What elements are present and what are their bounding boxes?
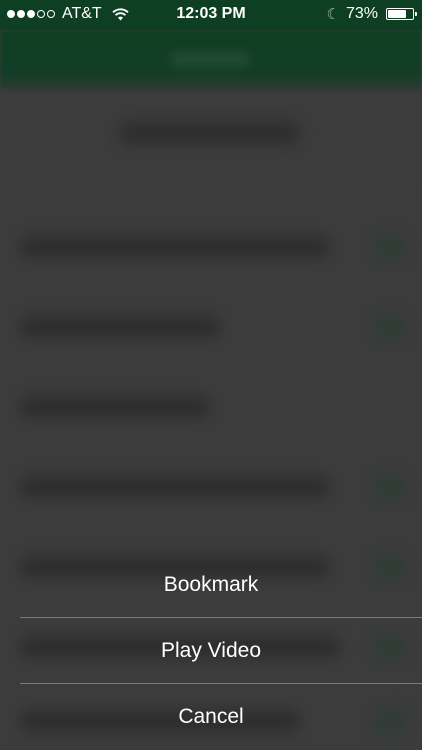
blurred-list-item (0, 208, 422, 288)
blurred-divider (0, 190, 422, 192)
blurred-list-item (0, 368, 422, 448)
blurred-text (120, 122, 300, 144)
battery-icon (386, 8, 417, 20)
blurred-list-item (0, 448, 422, 528)
moon-icon: ☾ (326, 6, 340, 23)
blurred-text (20, 316, 220, 338)
blurred-list-item (0, 288, 422, 368)
blurred-nav-title (170, 52, 250, 66)
blurred-header-row (0, 100, 422, 180)
status-bar: AT&T 12:03 PM ☾ 73% (0, 0, 422, 30)
battery-percent: 73% (345, 5, 378, 22)
blurred-text (20, 476, 330, 498)
action-sheet: Bookmark Play Video Cancel (0, 552, 422, 750)
play-video-button[interactable]: Play Video (0, 618, 422, 684)
blurred-icon (372, 310, 406, 344)
blurred-text (20, 236, 330, 258)
cancel-button[interactable]: Cancel (0, 684, 422, 750)
status-right: ☾ 73% (326, 5, 417, 23)
battery-fill (388, 10, 406, 18)
blurred-icon (372, 470, 406, 504)
screen: AT&T 12:03 PM ☾ 73% Bookmark Play Video … (0, 0, 422, 750)
blurred-nav-bar (0, 30, 422, 90)
blurred-icon (372, 230, 406, 264)
battery-tip (415, 12, 417, 16)
bookmark-button[interactable]: Bookmark (0, 552, 422, 618)
blurred-text (20, 396, 210, 418)
